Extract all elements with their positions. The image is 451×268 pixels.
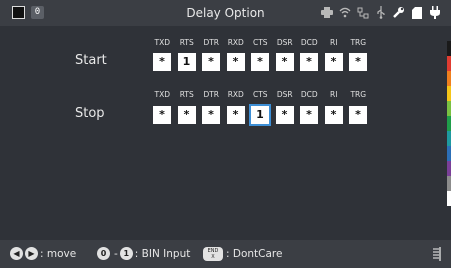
bin-input-label: : BIN Input bbox=[134, 247, 191, 260]
channel-color-strip bbox=[447, 41, 451, 206]
color-swatch bbox=[447, 176, 451, 191]
col-header: RI bbox=[330, 90, 338, 99]
start-label: Start bbox=[75, 53, 107, 68]
wrench-icon bbox=[392, 5, 405, 20]
color-swatch bbox=[447, 116, 451, 131]
stop-cell-cts[interactable]: 1 bbox=[249, 104, 271, 126]
start-cell-dcd[interactable]: * bbox=[300, 53, 318, 71]
color-swatch bbox=[447, 101, 451, 116]
start-cell-cts[interactable]: * bbox=[251, 53, 269, 71]
start-cell-dtr[interactable]: * bbox=[202, 53, 220, 71]
col-header: RXD bbox=[227, 38, 244, 47]
color-swatch bbox=[447, 161, 451, 176]
col-header: TXD bbox=[154, 90, 171, 99]
end-key-bottom-text: X bbox=[211, 254, 215, 260]
wifi-icon bbox=[338, 5, 351, 20]
end-key-icon[interactable]: END X bbox=[203, 247, 223, 261]
col-header: TXD bbox=[154, 38, 171, 47]
title-bar: 0 Delay Option bbox=[0, 0, 451, 26]
start-cell-rxd[interactable]: * bbox=[226, 53, 245, 71]
usb-icon bbox=[374, 5, 387, 20]
color-swatch bbox=[447, 41, 451, 56]
color-swatch bbox=[447, 191, 451, 206]
stop-column-headers: TXD RTS DTR RXD CTS DSR DCD RI TRG bbox=[150, 90, 371, 99]
dontcare-label: : DontCare bbox=[226, 248, 283, 260]
left-arrow-key-icon[interactable]: ◀ bbox=[10, 247, 23, 260]
key-range-dash: - bbox=[114, 247, 118, 260]
move-hint: ◀ ▶ : move bbox=[10, 247, 76, 260]
bin-input-hint: 0 - 1 : BIN Input bbox=[97, 247, 190, 260]
start-cell-trg[interactable]: * bbox=[349, 53, 367, 71]
stop-cell-trg[interactable]: * bbox=[349, 106, 367, 124]
col-header: DSR bbox=[276, 38, 293, 47]
start-cell-txd[interactable]: * bbox=[153, 53, 171, 71]
start-column-headers: TXD RTS DTR RXD CTS DSR DCD RI TRG bbox=[150, 38, 371, 47]
color-swatch bbox=[447, 71, 451, 86]
col-header: TRG bbox=[350, 38, 367, 47]
stop-cell-rxd[interactable]: * bbox=[226, 106, 245, 124]
col-header: RTS bbox=[179, 90, 194, 99]
right-arrow-key-icon[interactable]: ▶ bbox=[25, 247, 38, 260]
col-header: CTS bbox=[252, 38, 268, 47]
col-header: CTS bbox=[252, 90, 268, 99]
color-swatch bbox=[447, 131, 451, 146]
stop-cell-dtr[interactable]: * bbox=[202, 106, 220, 124]
zero-key-icon[interactable]: 0 bbox=[97, 247, 110, 260]
power-plug-icon bbox=[428, 5, 441, 20]
start-cell-rts[interactable]: 1 bbox=[177, 53, 196, 71]
stop-cell-rts[interactable]: * bbox=[177, 106, 196, 124]
one-key-icon[interactable]: 1 bbox=[119, 247, 133, 260]
start-cell-dsr[interactable]: * bbox=[275, 53, 294, 71]
col-header: RI bbox=[330, 38, 338, 47]
stop-cell-txd[interactable]: * bbox=[153, 106, 171, 124]
stop-label: Stop bbox=[75, 106, 105, 121]
col-header: RXD bbox=[227, 90, 244, 99]
stop-cells: * * * * 1 * * * * bbox=[153, 104, 367, 126]
col-header: TRG bbox=[350, 90, 367, 99]
color-swatch bbox=[447, 146, 451, 161]
move-hint-label: : move bbox=[40, 247, 77, 260]
col-header: RTS bbox=[179, 38, 194, 47]
printer-icon bbox=[320, 5, 333, 20]
start-cells: * 1 * * * * * * * bbox=[153, 53, 367, 71]
start-cell-ri[interactable]: * bbox=[324, 53, 343, 71]
menu-toggle-icon[interactable] bbox=[431, 246, 441, 261]
bottom-help-bar: ◀ ▶ : move 0 - 1 : BIN Input END X : Don… bbox=[0, 240, 451, 268]
color-swatch bbox=[447, 86, 451, 101]
network-icon bbox=[356, 5, 369, 20]
col-header: DCD bbox=[300, 90, 318, 99]
status-icons bbox=[320, 5, 441, 20]
stop-cell-dcd[interactable]: * bbox=[300, 106, 318, 124]
col-header: DCD bbox=[300, 38, 318, 47]
stop-cell-dsr[interactable]: * bbox=[275, 106, 294, 124]
col-header: DTR bbox=[203, 38, 220, 47]
col-header: DTR bbox=[203, 90, 220, 99]
memory-card-icon bbox=[410, 5, 423, 20]
stop-cell-ri[interactable]: * bbox=[324, 106, 343, 124]
dontcare-hint: END X : DontCare bbox=[203, 247, 282, 261]
color-swatch bbox=[447, 56, 451, 71]
col-header: DSR bbox=[276, 90, 293, 99]
